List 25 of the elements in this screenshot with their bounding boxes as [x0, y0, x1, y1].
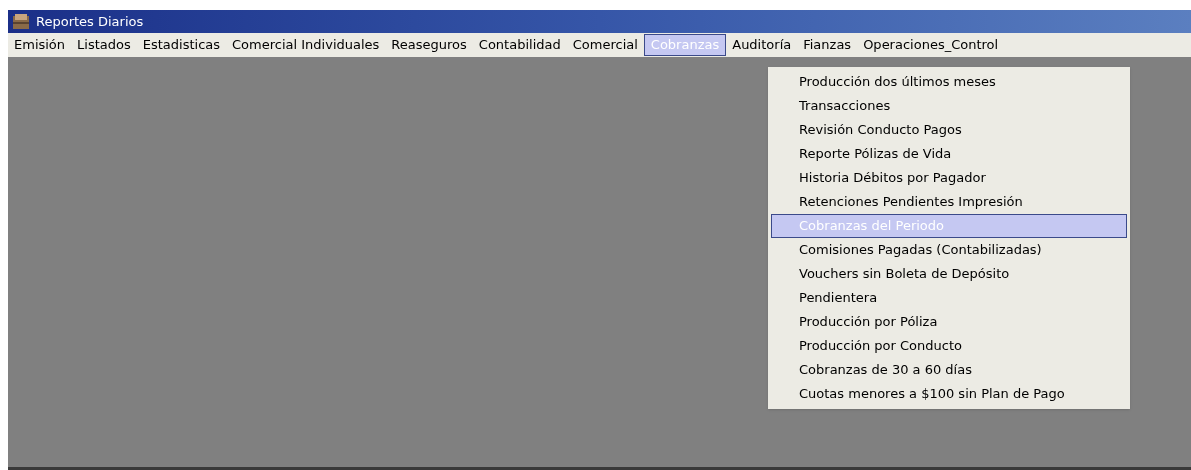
- menu-item[interactable]: Auditoría: [726, 34, 798, 56]
- menu-option[interactable]: Cobranzas de 30 a 60 días: [771, 358, 1127, 382]
- menu-option[interactable]: Revisión Conducto Pagos: [771, 118, 1127, 142]
- menu-item[interactable]: Estadisticas: [136, 34, 227, 56]
- menu-option[interactable]: Producción dos últimos meses: [771, 70, 1127, 94]
- menu-option[interactable]: Cuotas menores a $100 sin Plan de Pago: [771, 382, 1127, 406]
- menu-option[interactable]: Producción por Póliza: [771, 310, 1127, 334]
- menu-item[interactable]: Fianzas: [797, 34, 858, 56]
- menu-option[interactable]: Producción por Conducto: [771, 334, 1127, 358]
- menu-option[interactable]: Historia Débitos por Pagador: [771, 166, 1127, 190]
- menu-item[interactable]: Reaseguros: [385, 34, 473, 56]
- menu-option[interactable]: Pendientera: [771, 286, 1127, 310]
- window-title: Reportes Diarios: [36, 12, 144, 31]
- menu-item[interactable]: Contabilidad: [472, 34, 567, 56]
- menu-item[interactable]: Emisión: [8, 34, 72, 56]
- menu-option[interactable]: Reporte Pólizas de Vida: [771, 142, 1127, 166]
- menu-option[interactable]: Transacciones: [771, 94, 1127, 118]
- menu-option[interactable]: Retenciones Pendientes Impresión: [771, 190, 1127, 214]
- menu-option[interactable]: Comisiones Pagadas (Contabilizadas): [771, 238, 1127, 262]
- menu-item[interactable]: Listados: [71, 34, 137, 56]
- menu-item[interactable]: Comercial Individuales: [226, 34, 386, 56]
- menu-option[interactable]: Vouchers sin Boleta de Depósito: [771, 262, 1127, 286]
- menu-item[interactable]: Comercial: [566, 34, 644, 56]
- app-icon: [12, 12, 30, 31]
- menu-item[interactable]: Operaciones_Control: [857, 34, 1005, 56]
